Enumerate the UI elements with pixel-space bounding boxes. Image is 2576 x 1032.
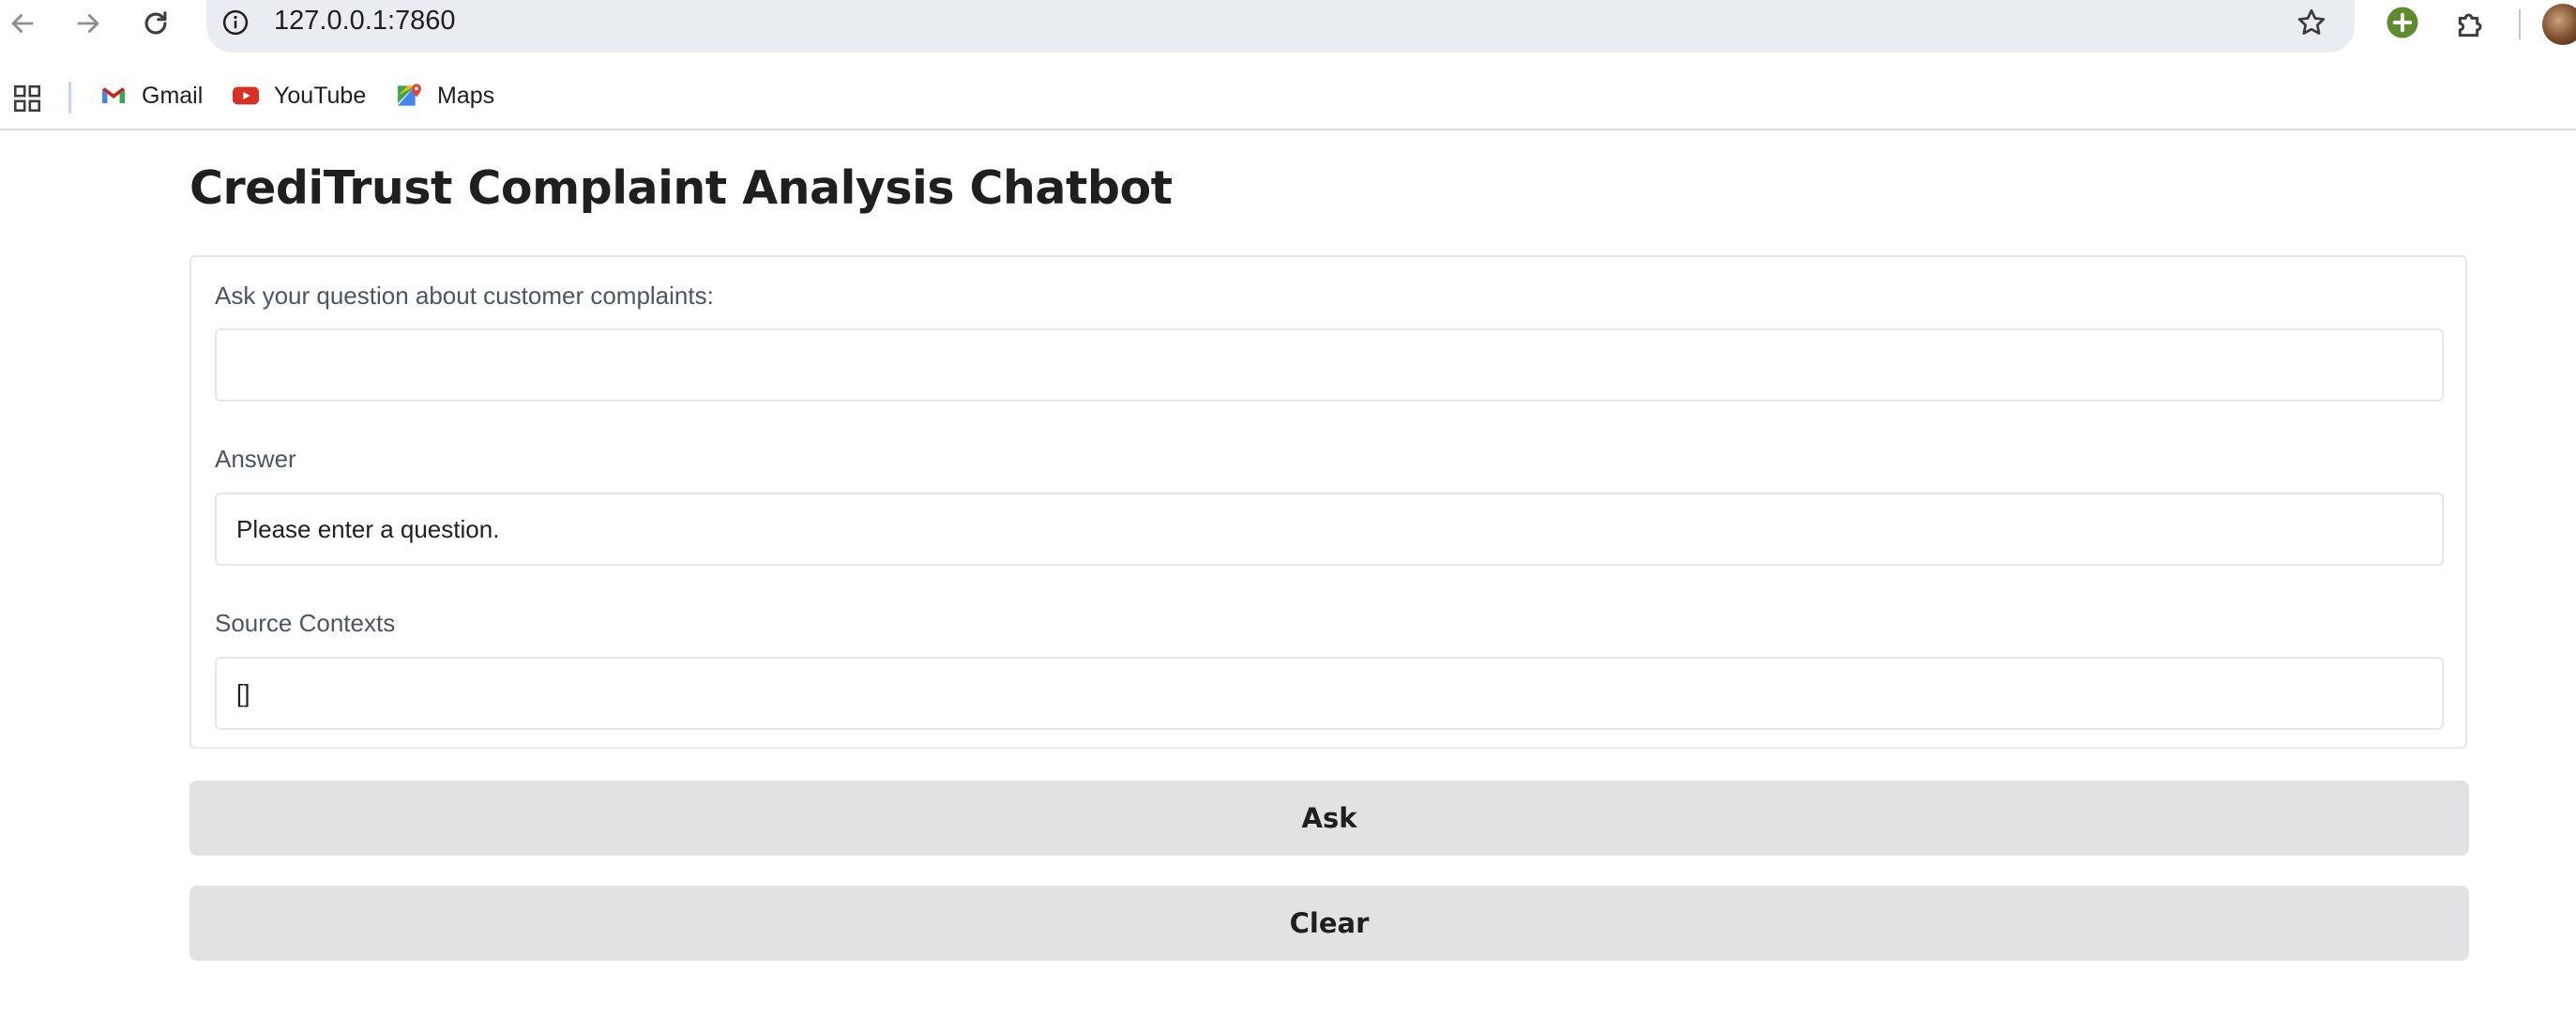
source-contexts-label: Source Contexts <box>215 609 396 637</box>
bookmark-youtube[interactable]: YouTube <box>231 77 366 114</box>
toolbar-divider <box>2519 9 2521 39</box>
answer-label: Answer <box>215 445 296 473</box>
extension-plus-icon[interactable] <box>2386 6 2419 39</box>
site-info-icon[interactable] <box>221 8 250 37</box>
form-panel: Ask your question about customer complai… <box>189 255 2467 749</box>
maps-icon <box>398 83 422 106</box>
profile-avatar[interactable] <box>2542 4 2576 45</box>
bookmark-label: YouTube <box>274 82 367 109</box>
bookmarks-divider <box>68 82 71 114</box>
youtube-icon <box>233 86 259 105</box>
bookmark-label: Gmail <box>142 82 204 109</box>
question-label: Ask your question about customer complai… <box>215 281 714 310</box>
answer-field[interactable]: Please enter a question. <box>215 493 2444 566</box>
bookmarks-bar: Gmail YouTube Maps <box>0 68 2576 126</box>
bookmark-label: Maps <box>437 82 495 109</box>
arrow-left-icon <box>11 14 34 33</box>
reload-button[interactable] <box>137 5 174 42</box>
browser-divider <box>0 129 2576 130</box>
reload-icon <box>144 11 167 35</box>
question-input[interactable] <box>215 328 2444 402</box>
bookmark-maps[interactable]: Maps <box>394 77 494 114</box>
ask-button[interactable]: Ask <box>189 781 2469 856</box>
address-bar[interactable]: 127.0.0.1:7860 <box>206 0 2355 53</box>
arrow-right-icon <box>77 14 99 33</box>
source-contexts-field[interactable]: [] <box>215 657 2444 730</box>
back-button[interactable] <box>4 5 41 42</box>
extensions-puzzle-icon[interactable] <box>2452 6 2490 43</box>
page-title: CrediTrust Complaint Analysis Chatbot <box>189 161 1173 215</box>
bookmark-star-icon[interactable] <box>2295 6 2328 39</box>
gmail-icon <box>102 87 125 103</box>
bookmark-gmail[interactable]: Gmail <box>98 77 203 114</box>
apps-grid-icon[interactable] <box>11 83 43 114</box>
forward-button[interactable] <box>69 5 107 42</box>
url-text[interactable]: 127.0.0.1:7860 <box>274 6 456 37</box>
browser-toolbar: 127.0.0.1:7860 <box>0 0 2576 53</box>
clear-button[interactable]: Clear <box>189 886 2469 961</box>
